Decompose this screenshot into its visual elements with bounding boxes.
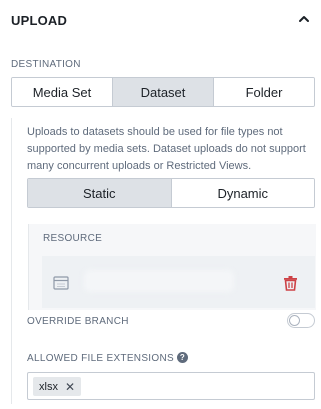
mode-option-dynamic[interactable]: Dynamic <box>170 179 314 207</box>
trash-icon[interactable] <box>283 275 298 291</box>
section-divider <box>11 118 12 404</box>
resource-label: RESOURCE <box>43 233 103 244</box>
destination-option-dataset[interactable]: Dataset <box>112 78 213 106</box>
remove-tag-icon[interactable]: ✕ <box>65 381 75 393</box>
allowed-extensions-label-text: ALLOWED FILE EXTENSIONS <box>27 353 174 365</box>
toggle-knob <box>289 315 300 326</box>
extension-tag-label: xlsx <box>39 380 58 393</box>
help-icon[interactable]: ? <box>176 352 188 363</box>
upload-mode-selector: Static Dynamic <box>27 178 315 208</box>
destination-option-media-set[interactable]: Media Set <box>12 78 112 106</box>
file-extensions-input[interactable]: xlsx ✕ <box>27 372 315 400</box>
resource-name-redacted <box>84 270 234 292</box>
allowed-extensions-label: ALLOWED FILE EXTENSIONS? <box>27 352 188 365</box>
destination-option-folder[interactable]: Folder <box>213 78 314 106</box>
chevron-up-icon[interactable] <box>296 11 312 27</box>
destination-selector: Media Set Dataset Folder <box>11 77 315 107</box>
destination-label: DESTINATION <box>11 59 81 70</box>
section-title: UPLOAD <box>11 13 68 28</box>
dataset-info-text: Uploads to datasets should be used for f… <box>27 126 306 172</box>
override-branch-label: OVERRIDE BRANCH <box>27 316 129 327</box>
dataset-icon <box>53 276 69 290</box>
override-branch-toggle[interactable] <box>287 313 315 328</box>
extension-tag: xlsx ✕ <box>33 377 82 396</box>
mode-option-static[interactable]: Static <box>28 179 171 207</box>
